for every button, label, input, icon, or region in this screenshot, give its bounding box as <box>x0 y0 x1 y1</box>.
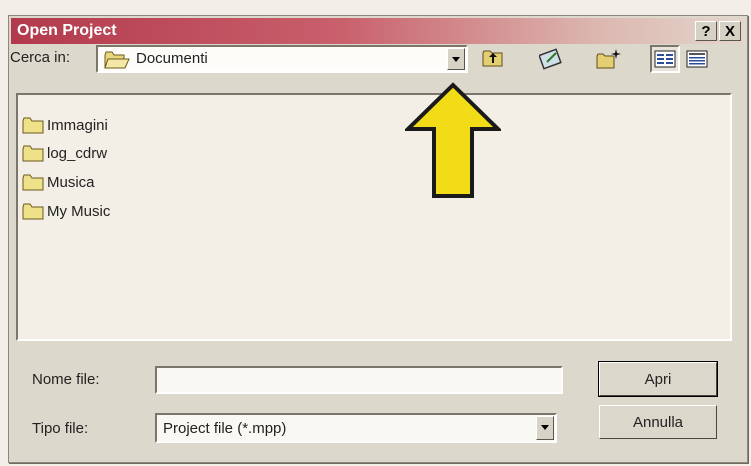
file-name-label: Nome file: <box>32 371 100 388</box>
help-button[interactable]: ? <box>695 21 717 41</box>
details-view-icon <box>686 50 708 68</box>
open-folder-icon <box>104 50 130 75</box>
look-in-value: Documenti <box>136 50 208 67</box>
list-view-button[interactable] <box>650 45 680 73</box>
up-one-level-icon <box>482 50 503 67</box>
new-folder-button[interactable] <box>594 45 624 73</box>
title-bar[interactable]: Open Project ? X <box>11 18 745 44</box>
look-in-dropdown-arrow-icon[interactable] <box>447 48 465 70</box>
file-type-dropdown-arrow-icon[interactable] <box>536 416 554 440</box>
file-type-value: Project file (*.mpp) <box>163 420 287 437</box>
details-view-button[interactable] <box>682 45 712 73</box>
folder-icon <box>22 145 44 161</box>
list-item-label: Musica <box>47 173 95 191</box>
cancel-button[interactable]: Annulla <box>599 405 717 439</box>
list-item-label: Immagini <box>47 116 108 134</box>
list-item[interactable]: Immagini <box>22 114 108 136</box>
list-item[interactable]: log_cdrw <box>22 142 107 164</box>
list-item[interactable]: My Music <box>22 200 110 222</box>
close-button[interactable]: X <box>719 21 741 41</box>
list-item[interactable]: Musica <box>22 171 95 193</box>
folder-icon <box>22 117 44 133</box>
desktop-button[interactable] <box>536 45 566 73</box>
look-in-label: Cerca in: <box>10 49 71 66</box>
up-one-level-button[interactable] <box>478 45 508 73</box>
open-button[interactable]: Apri <box>598 361 718 397</box>
file-list[interactable]: Immagini log_cdrw Musica My Music <box>16 93 732 341</box>
folder-icon <box>22 203 44 219</box>
look-in-combo[interactable]: Documenti <box>96 45 468 73</box>
callout-arrow-icon <box>405 82 501 198</box>
file-name-field[interactable] <box>155 366 563 394</box>
list-view-icon <box>654 50 676 68</box>
file-type-label: Tipo file: <box>32 420 89 437</box>
list-item-label: My Music <box>47 202 111 220</box>
desktop-icon <box>539 48 562 70</box>
new-folder-icon <box>596 49 621 69</box>
dialog-title: Open Project <box>17 22 117 39</box>
list-item-label: log_cdrw <box>47 144 108 162</box>
file-type-select[interactable]: Project file (*.mpp) <box>155 413 557 443</box>
folder-icon <box>22 174 44 190</box>
